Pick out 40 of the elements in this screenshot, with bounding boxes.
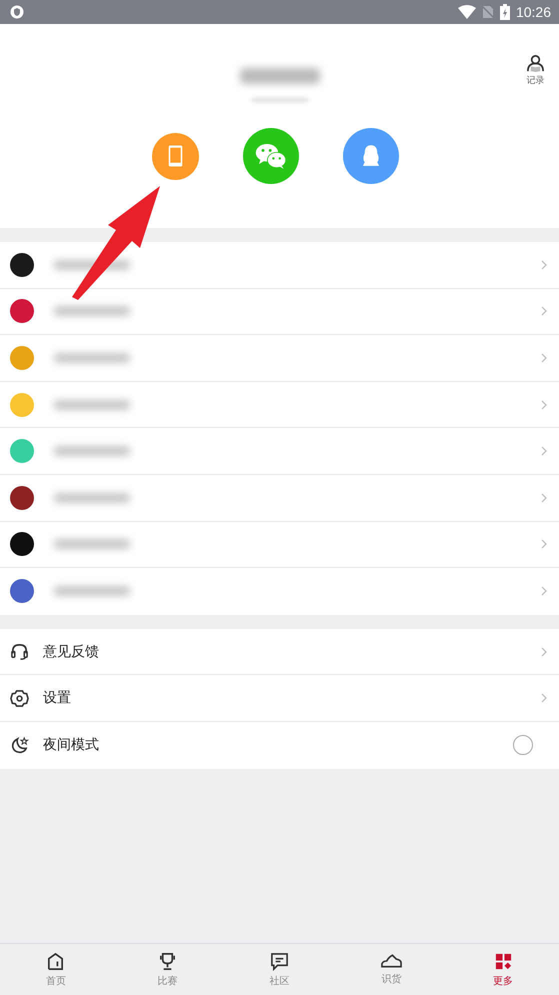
chevron-right-icon [541, 306, 547, 316]
settings-icon [10, 688, 29, 708]
night-mode-toggle[interactable] [513, 735, 533, 756]
feedback-item[interactable]: 意见反馈 [0, 628, 559, 676]
chevron-right-icon [541, 446, 547, 456]
battery-icon [500, 4, 510, 20]
chevron-right-icon [541, 646, 547, 657]
menu-label: 设置 [43, 689, 71, 708]
chevron-right-icon [541, 586, 547, 596]
wifi-icon [458, 5, 476, 19]
chevron-right-icon [541, 260, 547, 270]
menu-label: 夜间模式 [43, 736, 99, 754]
chevron-right-icon [541, 352, 547, 363]
settings-item[interactable]: 设置 [0, 675, 559, 722]
night-item[interactable]: 夜间模式 [0, 722, 559, 769]
no-sim-icon [482, 5, 494, 19]
tab-bar-item[interactable]: 更多 [447, 944, 559, 995]
phone-icon [168, 143, 183, 169]
clock-time: 10:26 [516, 4, 551, 20]
trophy-icon [158, 952, 178, 970]
reader-icon [526, 54, 545, 73]
shield-icon [10, 5, 24, 19]
chevron-right-icon [541, 539, 547, 550]
moon-star-icon [10, 736, 29, 755]
tab-bar-item[interactable]: 首页 [0, 944, 112, 995]
chat-bubbles-icon [255, 142, 287, 170]
phone-login-button[interactable] [152, 132, 199, 180]
home-icon [46, 952, 66, 970]
tab-bar-item[interactable]: 比赛 [112, 944, 224, 995]
tab-bar-item[interactable]: 识货 [335, 944, 448, 995]
grid-icon [494, 952, 513, 970]
chevron-right-icon [541, 492, 547, 503]
headset-icon [10, 642, 29, 662]
tab-bar-item[interactable]: 社区 [224, 944, 336, 995]
chevron-right-icon [541, 400, 547, 410]
menu-label: 意见反馈 [43, 642, 99, 661]
penguin-icon [362, 144, 380, 168]
chat-icon [270, 952, 289, 970]
record-button[interactable]: 记录 [526, 54, 545, 87]
chevron-right-icon [541, 693, 547, 704]
